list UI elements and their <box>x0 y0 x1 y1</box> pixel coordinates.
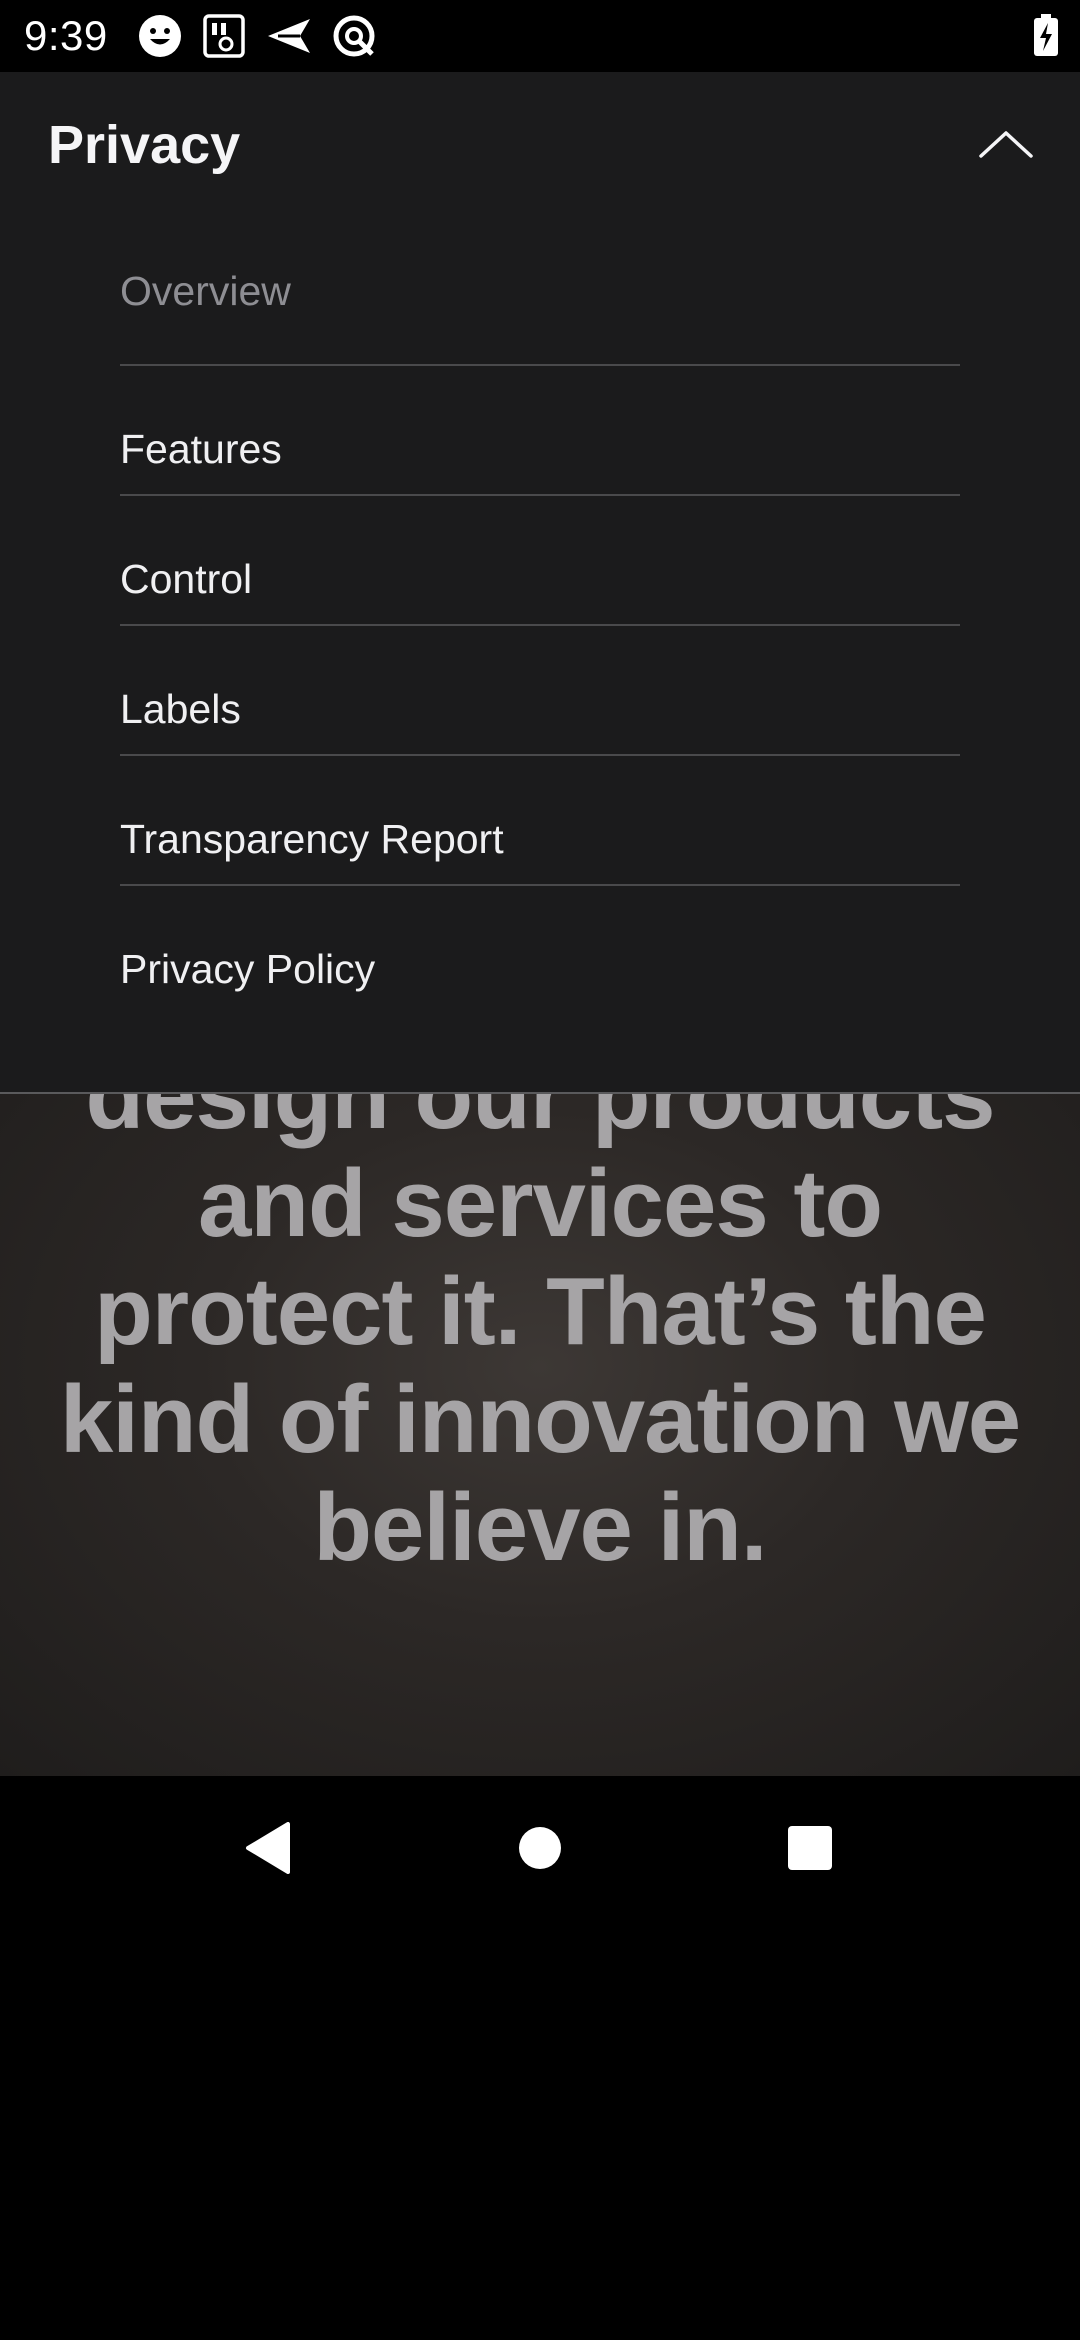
back-button[interactable] <box>226 1806 310 1890</box>
menu-item-label: Labels <box>120 686 241 732</box>
smiley-icon <box>139 15 181 57</box>
hero-line: and services to <box>198 1150 883 1257</box>
no-data-icon <box>333 15 375 57</box>
status-time: 9:39 <box>24 12 108 59</box>
send-icon <box>268 19 310 53</box>
battery-charging-icon <box>1034 14 1058 56</box>
menu-item-features[interactable]: Features <box>120 366 960 496</box>
home-button[interactable] <box>498 1806 582 1890</box>
menu-item-label: Overview <box>120 268 291 314</box>
home-icon <box>519 1827 561 1869</box>
status-bar: 9:39 <box>0 0 1080 72</box>
hero-line: kind of innovation we <box>59 1366 1021 1473</box>
menu-list: Overview Features Control Labels Transpa… <box>120 268 960 1016</box>
sim-card-icon <box>203 14 245 58</box>
collapse-menu-button[interactable] <box>968 114 1044 174</box>
hero-text: design our products and services to prot… <box>40 1094 1040 1582</box>
hero-line: believe in. <box>313 1474 767 1581</box>
menu-item-overview[interactable]: Overview <box>120 204 960 366</box>
recents-icon <box>788 1826 832 1870</box>
menu-title: Privacy <box>48 115 241 175</box>
recents-button[interactable] <box>768 1806 852 1890</box>
menu-item-label: Transparency Report <box>120 816 504 862</box>
system-nav-bar <box>0 1776 1080 1920</box>
chevron-up-icon <box>979 131 1033 158</box>
menu-item-label: Control <box>120 556 253 602</box>
hero-line: design our products <box>85 1094 995 1149</box>
menu-item-label: Features <box>120 426 282 472</box>
hero-section: design our products and services to prot… <box>0 1094 1080 1776</box>
menu-item-privacy-policy[interactable]: Privacy Policy <box>120 886 960 1016</box>
menu-item-control[interactable]: Control <box>120 496 960 626</box>
back-icon <box>246 1822 290 1874</box>
privacy-menu-panel: Privacy Overview Features Control Labels… <box>0 72 1080 1094</box>
menu-item-labels[interactable]: Labels <box>120 626 960 756</box>
status-icons <box>138 14 376 58</box>
menu-item-label: Privacy Policy <box>120 946 376 992</box>
hero-line: protect it. That’s the <box>94 1258 987 1365</box>
menu-item-transparency-report[interactable]: Transparency Report <box>120 756 960 886</box>
